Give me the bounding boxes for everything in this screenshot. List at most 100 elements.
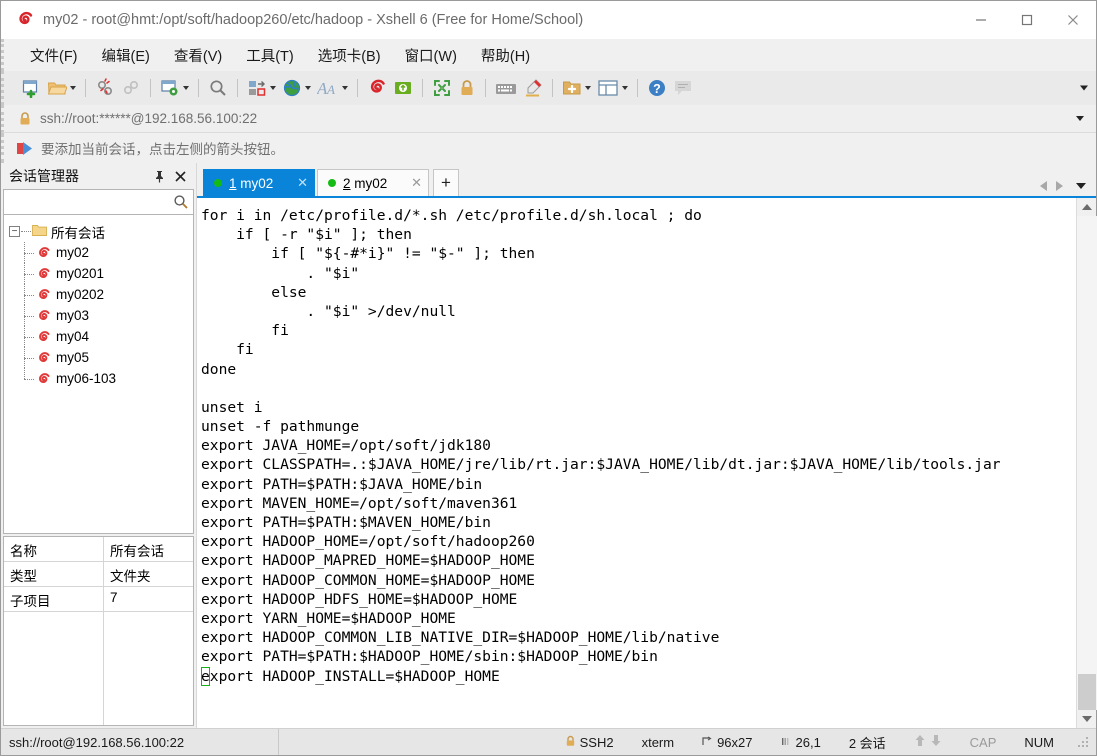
svg-text:A: A	[326, 82, 335, 97]
xshell-icon[interactable]	[364, 74, 390, 102]
main-body: 会话管理器 − 所有会话 my02 my0201 my0202 my03 my0…	[1, 163, 1097, 728]
terminal-cursor: e	[201, 666, 210, 686]
layout-icon[interactable]	[594, 74, 631, 102]
session-item-my03[interactable]: my03	[4, 305, 193, 326]
chevron-down-icon[interactable]	[305, 86, 311, 90]
session-item-my06-103[interactable]: my06-103	[4, 368, 193, 389]
new-folder-icon[interactable]	[559, 74, 594, 102]
status-cursor-pos: 26,1	[767, 735, 835, 750]
session-properties-icon[interactable]	[157, 74, 192, 102]
add-session-arrow-icon[interactable]	[16, 141, 34, 156]
tree-root-label: 所有会话	[51, 225, 105, 241]
font-icon[interactable]: A A	[314, 74, 351, 102]
address-dropdown-icon[interactable]	[1076, 116, 1084, 121]
terminal-line: export CLASSPATH=.:$JAVA_HOME/jre/lib/rt…	[201, 456, 1001, 474]
new-session-icon[interactable]	[18, 74, 44, 102]
close-panel-icon[interactable]	[175, 170, 186, 182]
session-icon	[36, 351, 51, 365]
globe-icon[interactable]	[279, 74, 314, 102]
property-row-children: 子项目 7	[4, 587, 193, 612]
property-value: 所有会话	[110, 544, 164, 559]
session-item-my05[interactable]: my05	[4, 347, 193, 368]
session-item-my0202[interactable]: my0202	[4, 284, 193, 305]
tree-root-all-sessions[interactable]: − 所有会话	[4, 221, 193, 242]
tab-prev-icon[interactable]	[1040, 181, 1047, 191]
window-controls	[958, 1, 1096, 39]
session-item-my04[interactable]: my04	[4, 326, 193, 347]
cursor-pos-icon	[781, 735, 792, 750]
toolbar-overflow-button[interactable]	[1080, 85, 1088, 91]
chevron-down-icon[interactable]	[70, 86, 76, 90]
maximize-button[interactable]	[1004, 1, 1050, 39]
xftp-icon[interactable]	[390, 74, 416, 102]
notice-text: 要添加当前会话，点击左侧的箭头按钮。	[41, 142, 284, 157]
open-folder-icon[interactable]	[44, 74, 79, 102]
menu-tabs[interactable]: 选项卡(B)	[308, 41, 391, 70]
menu-edit[interactable]: 编辑(E)	[92, 41, 160, 70]
tab-list-icon[interactable]	[1076, 183, 1086, 189]
scroll-down-button[interactable]	[1077, 710, 1097, 728]
tab-close-icon[interactable]: ✕	[399, 175, 422, 191]
chevron-down-icon[interactable]	[622, 86, 628, 90]
menu-help[interactable]: 帮助(H)	[471, 41, 540, 70]
session-search-box[interactable]	[3, 189, 207, 215]
chevron-down-icon[interactable]	[585, 86, 591, 90]
tab-status-dot	[328, 179, 336, 187]
lock-icon[interactable]	[455, 74, 479, 102]
minimize-button[interactable]	[958, 1, 1004, 39]
tab-my02-2[interactable]: 2 my02 ✕	[317, 169, 429, 196]
menu-view[interactable]: 查看(V)	[164, 41, 232, 70]
tab-index: 1	[229, 175, 237, 191]
help-icon[interactable]: ?	[644, 74, 670, 102]
xshell-logo-icon	[11, 11, 39, 29]
find-icon[interactable]	[205, 74, 231, 102]
property-key: 类型	[4, 562, 104, 586]
terminal-line: fi	[201, 322, 289, 340]
terminal-line: export JAVA_HOME=/opt/soft/jdk180	[201, 437, 491, 455]
session-item-my0201[interactable]: my0201	[4, 263, 193, 284]
keyboard-icon[interactable]	[492, 74, 520, 102]
transfer-icon[interactable]	[244, 74, 279, 102]
session-tree[interactable]: − 所有会话 my02 my0201 my0202 my03 my04 my05…	[3, 215, 194, 534]
chevron-down-icon[interactable]	[342, 86, 348, 90]
terminal-scrollbar[interactable]	[1076, 198, 1097, 728]
address-bar[interactable]: ssh://root:******@192.168.56.100:22	[1, 105, 1096, 133]
disconnect-icon[interactable]	[92, 74, 118, 102]
session-item-my02[interactable]: my02	[4, 242, 193, 263]
fullscreen-icon[interactable]	[429, 74, 455, 102]
search-icon[interactable]	[173, 194, 189, 215]
menu-file[interactable]: 文件(F)	[20, 41, 88, 70]
session-icon	[36, 309, 51, 323]
status-caps-lock: CAP	[969, 734, 997, 750]
new-tab-button[interactable]: +	[433, 169, 459, 196]
scrollbar-thumb[interactable]	[1077, 674, 1096, 710]
session-label: my0202	[56, 287, 105, 302]
scroll-up-button[interactable]	[1077, 198, 1097, 216]
tab-my02-1[interactable]: 1 my02 ✕	[203, 169, 315, 196]
highlight-icon[interactable]	[520, 74, 546, 102]
toolbar-separator	[552, 79, 553, 97]
tree-collapse-icon[interactable]: −	[9, 226, 20, 237]
toolbar: A A ?	[1, 71, 1096, 105]
session-icon	[36, 246, 51, 260]
terminal-line: export MAVEN_HOME=/opt/soft/maven361	[201, 494, 518, 512]
menu-window[interactable]: 窗口(W)	[395, 41, 467, 70]
tab-next-icon[interactable]	[1056, 181, 1063, 191]
address-value[interactable]: ssh://root:******@192.168.56.100:22	[40, 111, 257, 126]
title-bar: my02 - root@hmt:/opt/soft/hadoop260/etc/…	[1, 1, 1096, 39]
scrollbar-track[interactable]	[1076, 216, 1097, 710]
chat-icon[interactable]	[670, 74, 696, 102]
pin-icon[interactable]	[154, 170, 165, 183]
chevron-down-icon[interactable]	[183, 86, 189, 90]
terminal-output[interactable]: for i in /etc/profile.d/*.sh /etc/profil…	[197, 198, 1076, 728]
terminal-line: unset i	[201, 398, 263, 416]
terminal-line: export HADOOP_HOME=/opt/soft/hadoop260	[201, 533, 535, 551]
tab-close-icon[interactable]: ✕	[285, 175, 308, 191]
menu-tools[interactable]: 工具(T)	[236, 41, 304, 70]
terminal-line: . "$i" >/dev/null	[201, 302, 456, 320]
close-button[interactable]	[1050, 1, 1096, 39]
toolbar-separator	[422, 79, 423, 97]
reconnect-icon[interactable]	[118, 74, 144, 102]
chevron-down-icon[interactable]	[270, 86, 276, 90]
resize-grip[interactable]	[1076, 735, 1090, 749]
